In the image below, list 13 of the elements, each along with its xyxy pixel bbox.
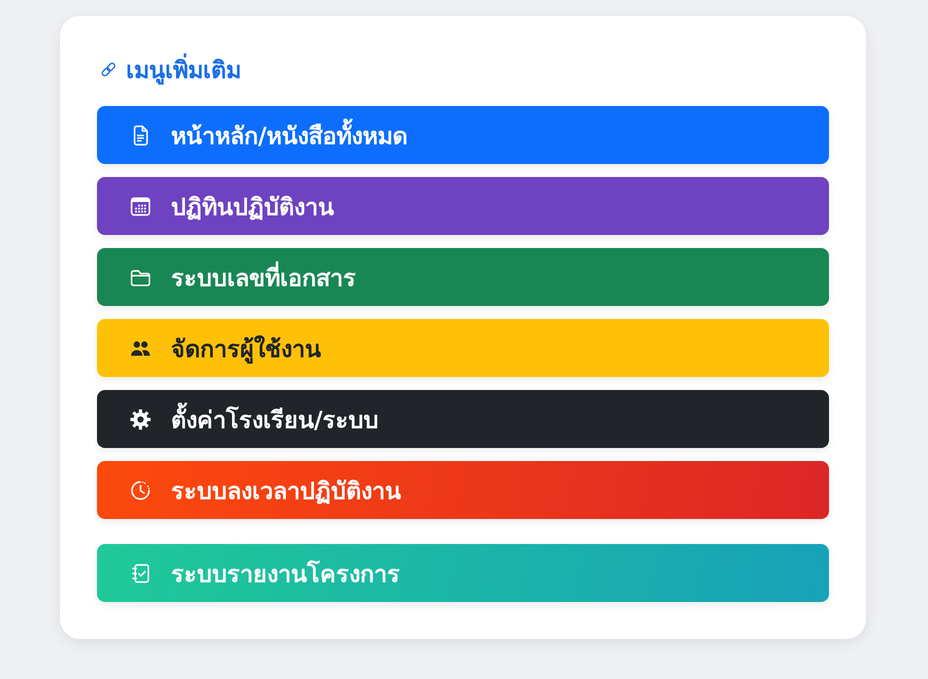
link-icon [100, 60, 117, 78]
menu-button[interactable]: ระบบลงเวลาปฏิบัติงาน [97, 461, 829, 519]
menu-button[interactable]: ตั้งค่าโรงเรียน/ระบบ [97, 390, 829, 448]
clock-icon [130, 480, 151, 500]
checklist-icon [130, 562, 151, 584]
menu-button[interactable]: จัดการผู้ใช้งาน [97, 319, 829, 377]
calendar-icon [130, 196, 151, 216]
settings-icon [130, 408, 151, 430]
menu-button[interactable]: ระบบรายงานโครงการ [97, 544, 829, 602]
menu-button[interactable]: ปฏิทินปฏิบัติงาน [97, 177, 829, 235]
menu-button[interactable]: ระบบเลขที่เอกสาร [97, 248, 829, 306]
menu-button[interactable]: หน้าหลัก/หนังสือทั้งหมด [97, 106, 829, 164]
section-title: เมนูเพิ่มเติม [126, 50, 241, 88]
